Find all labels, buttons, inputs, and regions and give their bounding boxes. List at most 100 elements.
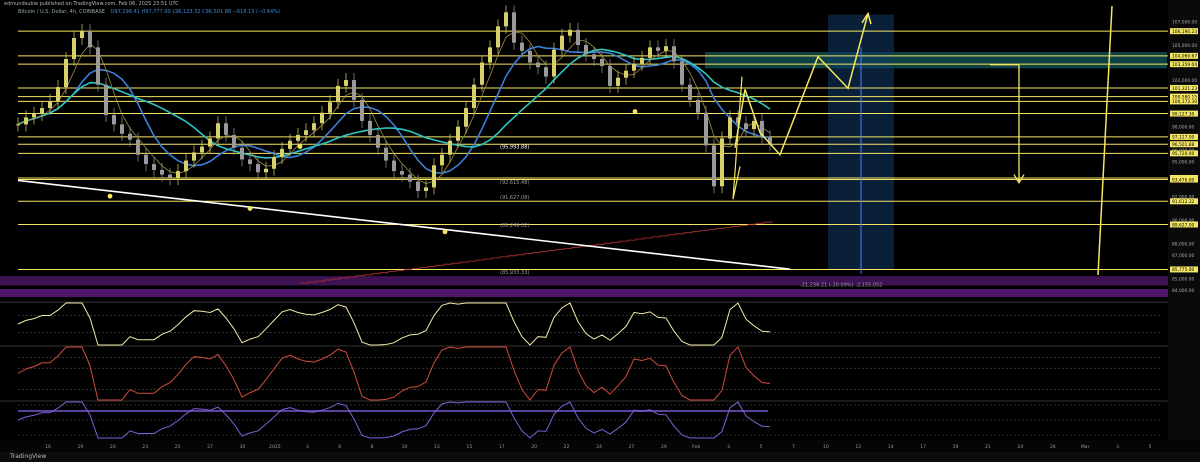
candle-body[interactable] — [24, 117, 28, 125]
candle-body[interactable] — [64, 59, 68, 88]
time-tick-label: 13 — [434, 444, 440, 450]
candle-body[interactable] — [128, 133, 132, 140]
candle-body[interactable] — [560, 35, 564, 50]
candle-body[interactable] — [656, 47, 660, 51]
candle-body[interactable] — [600, 59, 604, 67]
signal-dot — [297, 144, 303, 149]
candle-body[interactable] — [568, 29, 572, 36]
candle-body[interactable] — [432, 165, 436, 188]
candle-body[interactable] — [424, 187, 428, 191]
candle-body[interactable] — [640, 57, 644, 64]
candle-body[interactable] — [280, 148, 284, 158]
candle-body[interactable] — [16, 124, 20, 126]
candle-body[interactable] — [48, 101, 52, 109]
candle-body[interactable] — [176, 171, 180, 179]
candle-body[interactable] — [32, 113, 36, 118]
time-axis[interactable]: 16 19 20 23 25 27 30 2025 3 6 8 10 13 15 17 20 22 24 27 29 F… — [0, 440, 1200, 452]
candle-body[interactable] — [368, 120, 372, 135]
candle-body[interactable] — [680, 61, 684, 85]
candle-body[interactable] — [552, 49, 556, 77]
candle-body[interactable] — [744, 123, 748, 130]
candle-body[interactable] — [296, 134, 300, 141]
candle-body[interactable] — [728, 117, 732, 139]
candle-body[interactable] — [416, 181, 420, 191]
candle-body[interactable] — [136, 139, 140, 155]
candle-body[interactable] — [352, 80, 356, 100]
candle-body[interactable] — [112, 115, 116, 125]
trading-chart[interactable]: (95,993.88) (92,615.48) (91,627.08) (89,249… — [0, 0, 1200, 462]
candle-body[interactable] — [392, 160, 396, 172]
tradingview-logo-text[interactable]: TradingView — [10, 453, 46, 460]
candle-body[interactable] — [288, 140, 292, 149]
candle-body[interactable] — [472, 84, 476, 109]
candle-body[interactable] — [328, 102, 332, 113]
candle-body[interactable] — [648, 47, 652, 58]
candle-body[interactable] — [72, 38, 76, 60]
candle-body[interactable] — [448, 140, 452, 155]
candle-body[interactable] — [232, 134, 236, 148]
candle-body[interactable] — [376, 134, 380, 148]
price-tick-label: 97,127.00 — [1172, 135, 1195, 141]
candle-body[interactable] — [80, 31, 84, 39]
candle-body[interactable] — [632, 63, 636, 71]
candle-body[interactable] — [344, 80, 348, 86]
candle-body[interactable] — [616, 77, 620, 86]
candle-body[interactable] — [592, 54, 596, 60]
price-axis[interactable]: 107,000.00 106,190.23 105,000.00 104,069.67… — [1168, 0, 1200, 440]
candle-body[interactable] — [408, 174, 412, 182]
candle-body[interactable] — [624, 70, 628, 78]
candle-body[interactable] — [704, 112, 708, 146]
candle-body[interactable] — [544, 67, 548, 77]
candle-body[interactable] — [384, 147, 388, 161]
candle-body[interactable] — [400, 171, 404, 175]
candle-body[interactable] — [464, 108, 468, 127]
candle-body[interactable] — [688, 84, 692, 100]
candle-body[interactable] — [520, 42, 524, 51]
candle-body[interactable] — [664, 46, 668, 51]
candle-body[interactable] — [40, 108, 44, 114]
candle-body[interactable] — [336, 85, 340, 103]
candle-body[interactable] — [272, 157, 276, 169]
candle-body[interactable] — [88, 31, 92, 48]
candle-body[interactable] — [208, 138, 212, 147]
candle-body[interactable] — [240, 147, 244, 160]
candle-body[interactable] — [536, 62, 540, 68]
candle-body[interactable] — [120, 124, 124, 134]
candle-body[interactable] — [584, 45, 588, 55]
candle-body[interactable] — [96, 47, 100, 85]
candle-body[interactable] — [712, 145, 716, 187]
candle-body[interactable] — [504, 12, 508, 27]
symbol-legend[interactable]: Bitcoin / U.S. Dollar, 4h, COINBASE O97,… — [18, 9, 280, 15]
candle-body[interactable] — [672, 46, 676, 62]
candle-body[interactable] — [480, 62, 484, 85]
candle-body[interactable] — [200, 146, 204, 153]
candle-body[interactable] — [488, 47, 492, 63]
candle-body[interactable] — [56, 87, 60, 102]
candle-body[interactable] — [576, 29, 580, 46]
candle-body[interactable] — [512, 12, 516, 43]
candle-body[interactable] — [160, 169, 164, 175]
candle-body[interactable] — [256, 164, 260, 173]
candle-body[interactable] — [456, 126, 460, 141]
candle-body[interactable] — [224, 123, 228, 135]
candle-body[interactable] — [192, 152, 196, 161]
candle-body[interactable] — [496, 26, 500, 48]
candle-body[interactable] — [312, 123, 316, 131]
candle-body[interactable] — [360, 99, 364, 121]
candle-body[interactable] — [608, 66, 612, 86]
candle-body[interactable] — [168, 174, 172, 179]
candle-body[interactable] — [752, 120, 756, 130]
candle-body[interactable] — [696, 99, 700, 113]
candle-body[interactable] — [184, 160, 188, 172]
candle-body[interactable] — [264, 168, 268, 173]
candle-body[interactable] — [320, 112, 324, 124]
candle-body[interactable] — [720, 138, 724, 187]
candle-body[interactable] — [104, 84, 108, 116]
candle-body[interactable] — [440, 154, 444, 166]
candle-body[interactable] — [216, 123, 220, 139]
candle-body[interactable] — [528, 50, 532, 63]
candle-body[interactable] — [304, 130, 308, 135]
candle-body[interactable] — [248, 159, 252, 165]
candle-body[interactable] — [152, 164, 156, 170]
candle-body[interactable] — [144, 154, 148, 165]
